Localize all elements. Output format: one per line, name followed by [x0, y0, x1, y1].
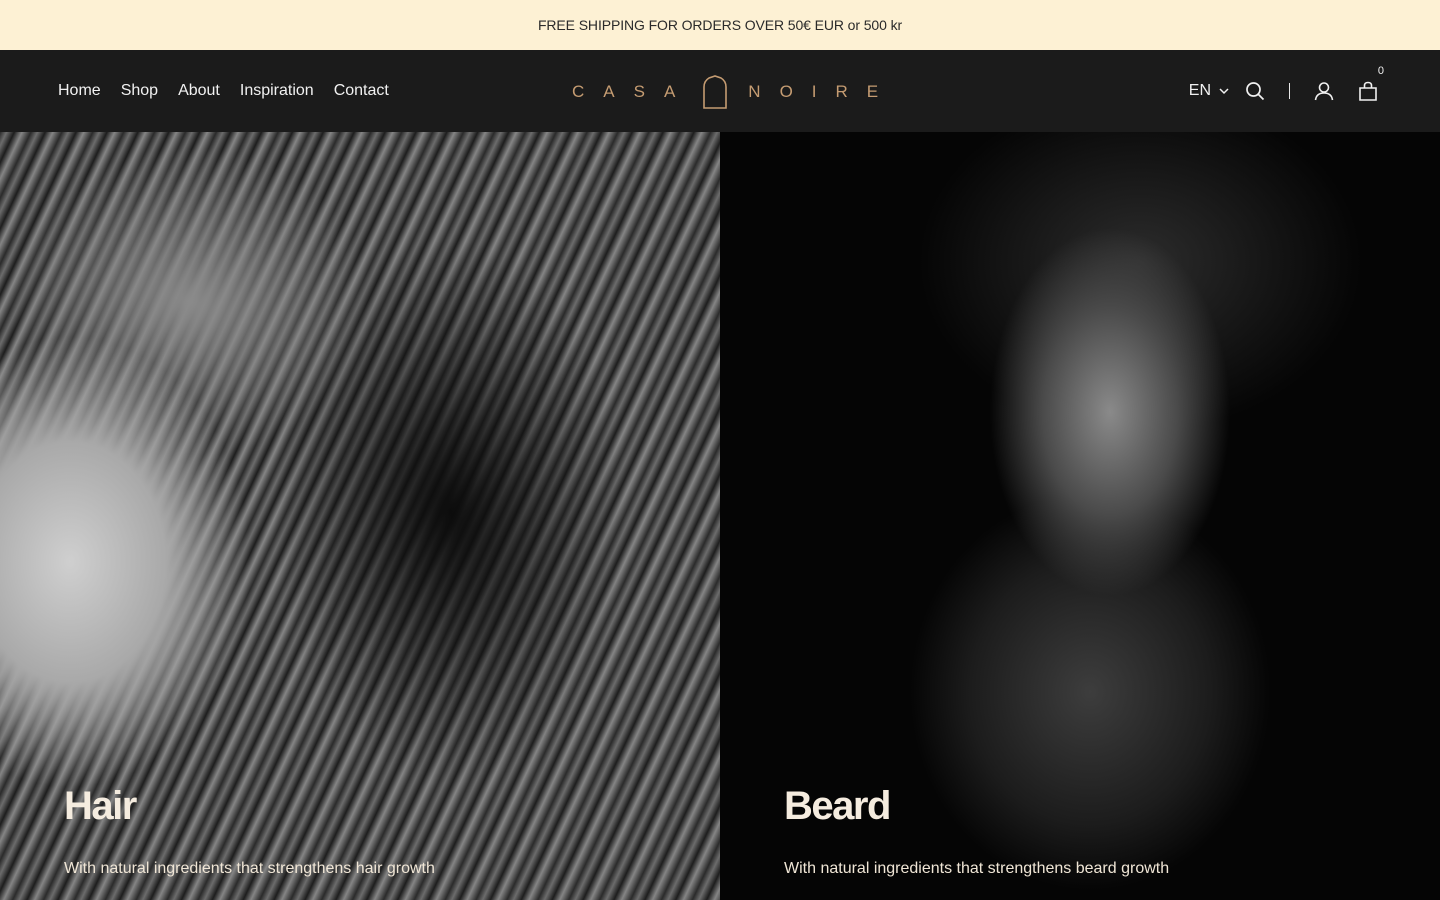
site-header: Home Shop About Inspiration Contact CASA…	[0, 50, 1440, 132]
hair-title: Hair	[64, 784, 137, 828]
language-label: EN	[1188, 82, 1211, 99]
hair-category-panel[interactable]: Hair With natural ingredients that stren…	[0, 132, 720, 900]
tools-divider	[1289, 83, 1290, 99]
cart-count-badge: 0	[1377, 65, 1384, 77]
shopping-bag-icon	[1359, 81, 1377, 101]
site-logo[interactable]: CASA NOIRE	[572, 74, 897, 110]
header-tools: EN 0	[1189, 50, 1384, 132]
account-icon	[1314, 82, 1334, 101]
house-arch-icon	[703, 75, 728, 109]
nav-inspiration[interactable]: Inspiration	[240, 82, 314, 100]
language-selector[interactable]: EN	[1189, 82, 1229, 100]
logo-word-left: CASA	[572, 82, 695, 101]
beard-subtitle: With natural ingredients that strengthen…	[784, 860, 1170, 877]
search-button[interactable]	[1245, 81, 1265, 101]
nav-shop[interactable]: Shop	[121, 82, 158, 100]
beard-title: Beard	[784, 784, 891, 828]
announcement-text: FREE SHIPPING FOR ORDERS OVER 50€ EUR or…	[537, 17, 903, 33]
chevron-down-icon	[1219, 87, 1229, 94]
announcement-bar: FREE SHIPPING FOR ORDERS OVER 50€ EUR or…	[0, 0, 1440, 50]
account-button[interactable]	[1314, 81, 1334, 101]
nav-about[interactable]: About	[178, 82, 220, 100]
cart-button[interactable]: 0	[1358, 65, 1384, 101]
search-icon	[1246, 82, 1265, 101]
nav-home[interactable]: Home	[58, 82, 101, 100]
logo-word-right: NOIRE	[748, 82, 898, 101]
beard-category-panel[interactable]: Beard With natural ingredients that stre…	[720, 132, 1440, 900]
nav-contact[interactable]: Contact	[334, 82, 389, 100]
hair-subtitle: With natural ingredients that strengthen…	[64, 860, 435, 877]
main-nav: Home Shop About Inspiration Contact	[58, 50, 389, 132]
